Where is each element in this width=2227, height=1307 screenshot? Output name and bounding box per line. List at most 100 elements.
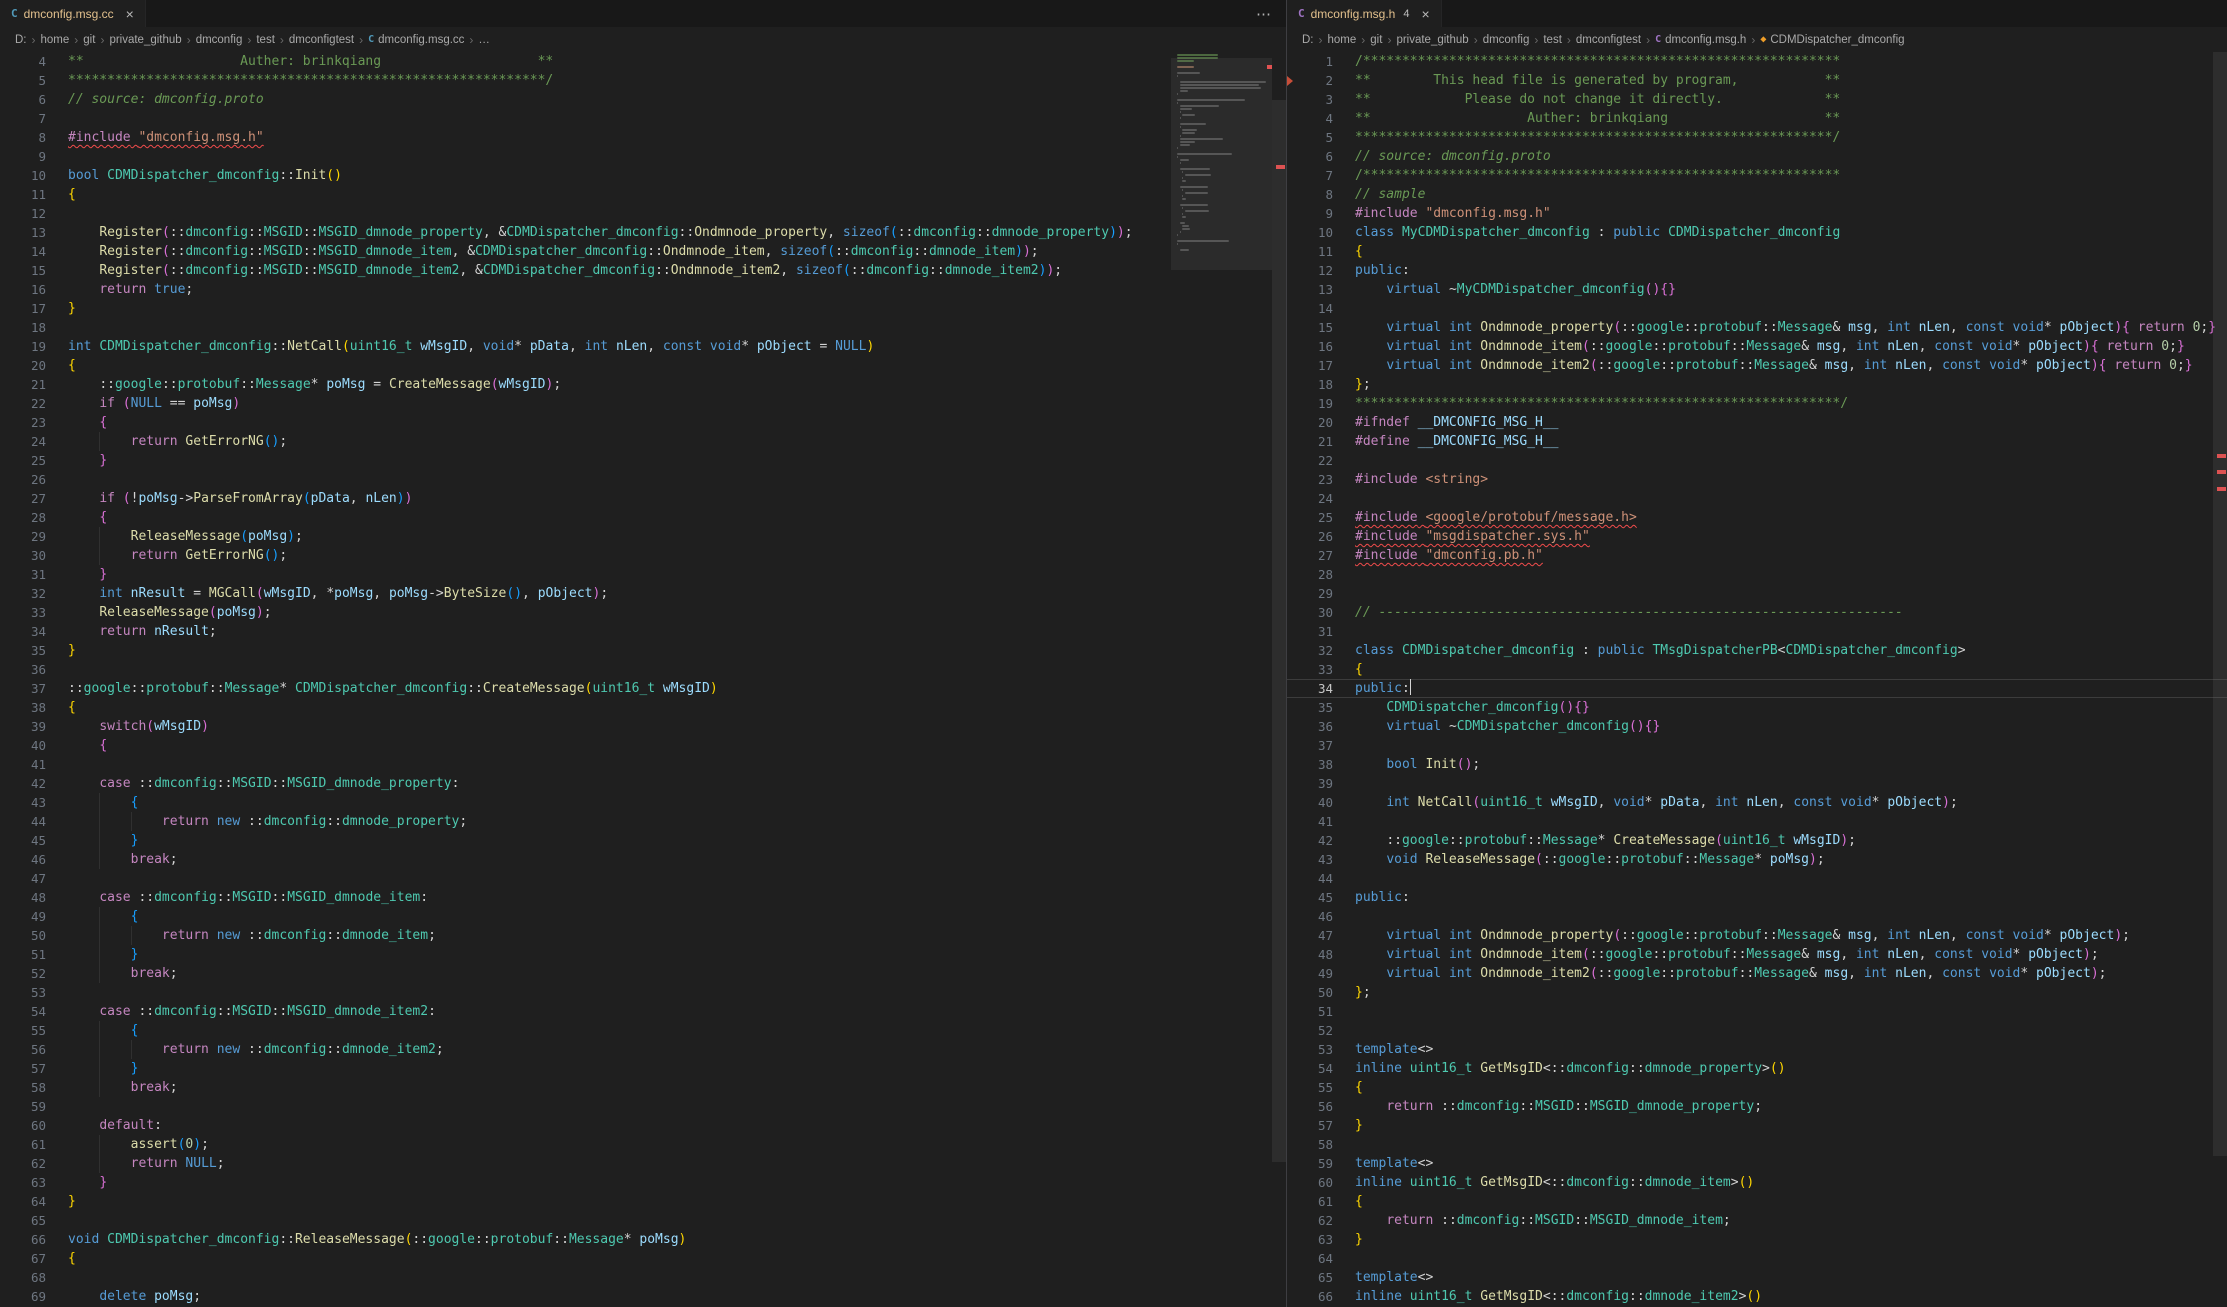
line-number[interactable]: 52: [1287, 1021, 1333, 1040]
code-line[interactable]: 23 {: [0, 413, 1286, 432]
code-line[interactable]: 28 {: [0, 508, 1286, 527]
line-number[interactable]: 44: [1287, 869, 1333, 888]
line-number[interactable]: 63: [1287, 1230, 1333, 1249]
line-number[interactable]: 56: [1287, 1097, 1333, 1116]
breadcrumb-item[interactable]: private_github: [1396, 34, 1468, 46]
code-line[interactable]: 20#ifndef __DMCONFIG_MSG_H__: [1287, 413, 2227, 432]
code-line[interactable]: 49 {: [0, 907, 1286, 926]
breadcrumb-item[interactable]: home: [41, 34, 70, 46]
line-number[interactable]: 27: [1287, 546, 1333, 565]
line-number[interactable]: 19: [0, 337, 46, 356]
code-line[interactable]: 50 return new ::dmconfig::dmnode_item;: [0, 926, 1286, 945]
code-line[interactable]: 15 Register(::dmconfig::MSGID::MSGID_dmn…: [0, 261, 1286, 280]
line-number[interactable]: 36: [0, 660, 46, 679]
code-line[interactable]: 34public:: [1287, 679, 2227, 698]
line-number[interactable]: 64: [1287, 1249, 1333, 1268]
line-number[interactable]: 34: [1287, 679, 1333, 698]
line-number[interactable]: 13: [1287, 280, 1333, 299]
line-number[interactable]: 57: [1287, 1116, 1333, 1135]
line-number[interactable]: 45: [1287, 888, 1333, 907]
breadcrumb-item[interactable]: home: [1328, 34, 1357, 46]
code-line[interactable]: 50};: [1287, 983, 2227, 1002]
code-line[interactable]: 21#define __DMCONFIG_MSG_H__: [1287, 432, 2227, 451]
line-number[interactable]: 47: [1287, 926, 1333, 945]
code-line[interactable]: 38 bool Init();: [1287, 755, 2227, 774]
code-line[interactable]: 41: [1287, 812, 2227, 831]
line-number[interactable]: 9: [1287, 204, 1333, 223]
code-line[interactable]: 17}: [0, 299, 1286, 318]
code-line[interactable]: 64: [1287, 1249, 2227, 1268]
line-number[interactable]: 42: [1287, 831, 1333, 850]
scrollbar-right[interactable]: [2213, 52, 2227, 1307]
line-number[interactable]: 19: [1287, 394, 1333, 413]
code-line[interactable]: 45public:: [1287, 888, 2227, 907]
line-number[interactable]: 2: [1287, 71, 1333, 90]
line-number[interactable]: 20: [1287, 413, 1333, 432]
line-number[interactable]: 50: [0, 926, 46, 945]
line-number[interactable]: 16: [1287, 337, 1333, 356]
code-line[interactable]: 63}: [1287, 1230, 2227, 1249]
code-line[interactable]: 43 void ReleaseMessage(::google::protobu…: [1287, 850, 2227, 869]
line-number[interactable]: 46: [1287, 907, 1333, 926]
code-line[interactable]: 58 break;: [0, 1078, 1286, 1097]
code-line[interactable]: 4** Auther: brinkqiang **: [0, 52, 1286, 71]
code-line[interactable]: 15 virtual int Ondmnode_property(::googl…: [1287, 318, 2227, 337]
code-line[interactable]: 36 virtual ~CDMDispatcher_dmconfig(){}: [1287, 717, 2227, 736]
code-line[interactable]: 10bool CDMDispatcher_dmconfig::Init(): [0, 166, 1286, 185]
line-number[interactable]: 8: [1287, 185, 1333, 204]
line-number[interactable]: 41: [1287, 812, 1333, 831]
line-number[interactable]: 18: [1287, 375, 1333, 394]
code-line[interactable]: 44 return new ::dmconfig::dmnode_propert…: [0, 812, 1286, 831]
line-number[interactable]: 43: [0, 793, 46, 812]
line-number[interactable]: 49: [1287, 964, 1333, 983]
code-line[interactable]: 59: [0, 1097, 1286, 1116]
line-number[interactable]: 60: [0, 1116, 46, 1135]
code-line[interactable]: 49 virtual int Ondmnode_item2(::google::…: [1287, 964, 2227, 983]
line-number[interactable]: 60: [1287, 1173, 1333, 1192]
line-number[interactable]: 4: [0, 52, 46, 71]
line-number[interactable]: 53: [1287, 1040, 1333, 1059]
line-number[interactable]: 58: [0, 1078, 46, 1097]
code-line[interactable]: 62 return NULL;: [0, 1154, 1286, 1173]
line-number[interactable]: 40: [1287, 793, 1333, 812]
code-line[interactable]: 18: [0, 318, 1286, 337]
line-number[interactable]: 8: [0, 128, 46, 147]
code-line[interactable]: 65: [0, 1211, 1286, 1230]
code-line[interactable]: 34 return nResult;: [0, 622, 1286, 641]
line-number[interactable]: 64: [0, 1192, 46, 1211]
code-line[interactable]: 24: [1287, 489, 2227, 508]
line-number[interactable]: 35: [1287, 698, 1333, 717]
code-line[interactable]: 69 delete poMsg;: [0, 1287, 1286, 1306]
line-number[interactable]: 31: [1287, 622, 1333, 641]
code-line[interactable]: 64}: [0, 1192, 1286, 1211]
code-line[interactable]: 47 virtual int Ondmnode_property(::googl…: [1287, 926, 2227, 945]
breadcrumb-item[interactable]: Cdmconfig.msg.h: [1655, 34, 1746, 46]
code-line[interactable]: 45 }: [0, 831, 1286, 850]
line-number[interactable]: 67: [0, 1249, 46, 1268]
code-line[interactable]: 60inline uint16_t GetMsgID<::dmconfig::d…: [1287, 1173, 2227, 1192]
code-line[interactable]: 9#include "dmconfig.msg.h": [1287, 204, 2227, 223]
line-number[interactable]: 56: [0, 1040, 46, 1059]
line-number[interactable]: 4: [1287, 109, 1333, 128]
breadcrumb-item[interactable]: …: [478, 34, 490, 46]
line-number[interactable]: 36: [1287, 717, 1333, 736]
code-line[interactable]: 7: [0, 109, 1286, 128]
code-line[interactable]: 56 return ::dmconfig::MSGID::MSGID_dmnod…: [1287, 1097, 2227, 1116]
line-number[interactable]: 7: [1287, 166, 1333, 185]
code-line[interactable]: 30// -----------------------------------…: [1287, 603, 2227, 622]
line-number[interactable]: 28: [1287, 565, 1333, 584]
line-number[interactable]: 9: [0, 147, 46, 166]
code-line[interactable]: 37::google::protobuf::Message* CDMDispat…: [0, 679, 1286, 698]
line-number[interactable]: 14: [0, 242, 46, 261]
code-line[interactable]: 26#include "msgdispatcher.sys.h": [1287, 527, 2227, 546]
code-line[interactable]: 61 assert(0);: [0, 1135, 1286, 1154]
line-number[interactable]: 14: [1287, 299, 1333, 318]
line-number[interactable]: 31: [0, 565, 46, 584]
code-line[interactable]: 28: [1287, 565, 2227, 584]
code-line[interactable]: 29 ReleaseMessage(poMsg);: [0, 527, 1286, 546]
code-line[interactable]: 51 }: [0, 945, 1286, 964]
line-number[interactable]: 26: [1287, 527, 1333, 546]
line-number[interactable]: 39: [0, 717, 46, 736]
code-line[interactable]: 53: [0, 983, 1286, 1002]
code-line[interactable]: 41: [0, 755, 1286, 774]
